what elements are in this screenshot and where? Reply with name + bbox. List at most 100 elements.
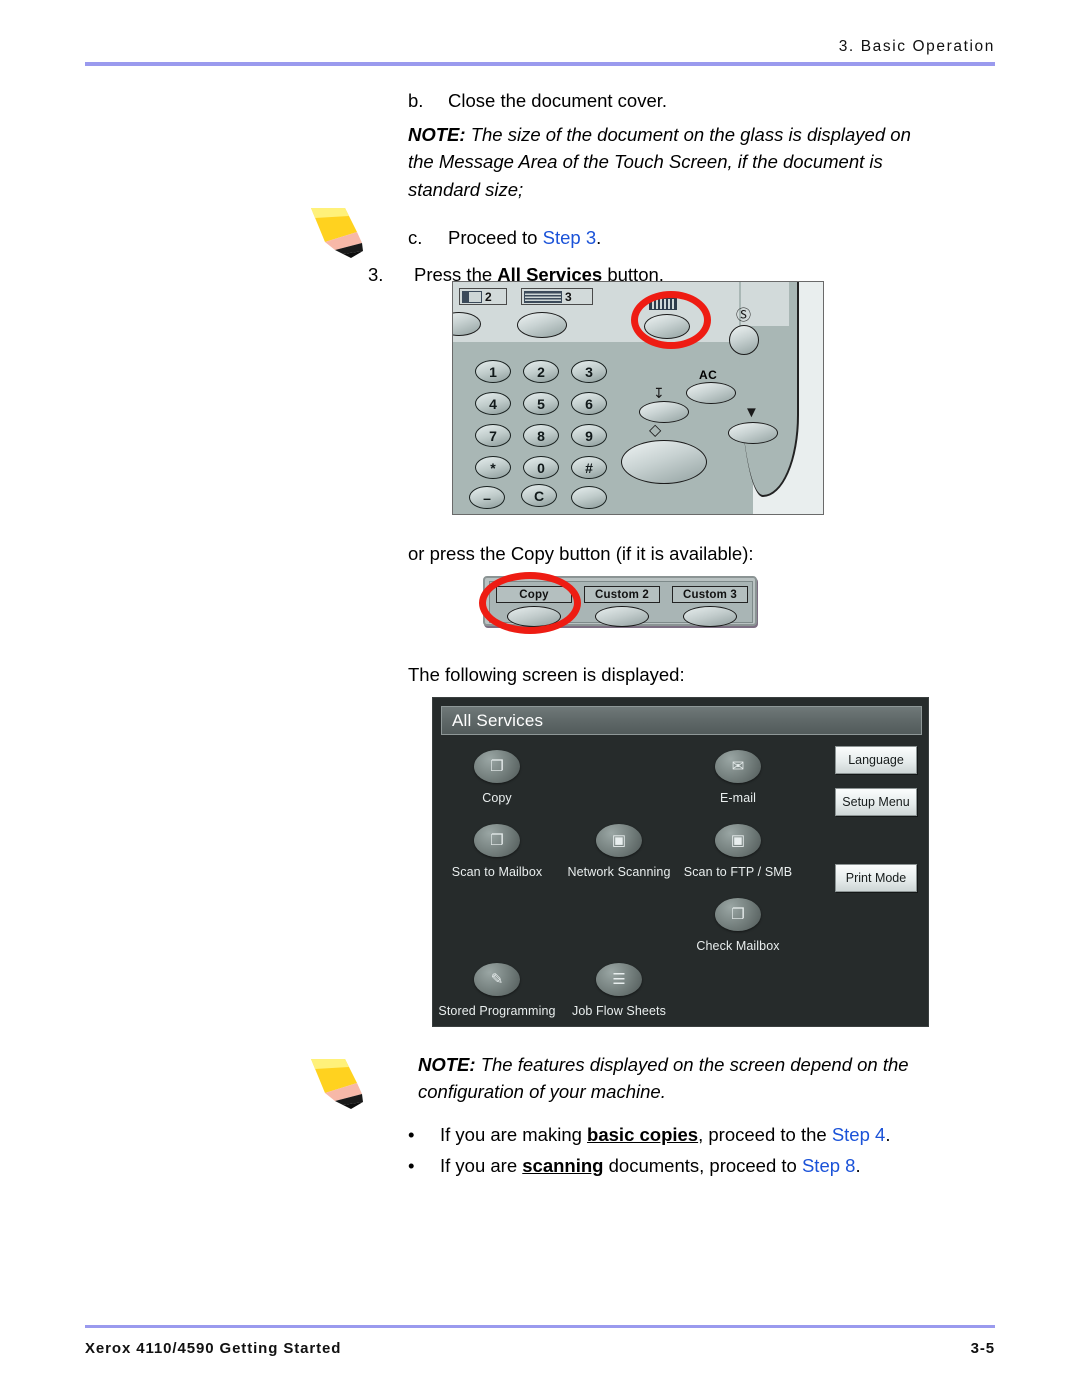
step-4-link[interactable]: Step 4 [832, 1124, 886, 1145]
step-c-prefix: Proceed to [448, 226, 543, 248]
bullet-1-marker: • [408, 1124, 415, 1145]
step-b-marker: b. [408, 90, 424, 111]
keypad-key-5[interactable]: 5 [523, 392, 559, 415]
service-stored-programming[interactable]: ✎ Stored Programming [437, 963, 557, 1018]
step-c-text: Proceed to Step 3. [448, 225, 601, 252]
keypad-key-blank[interactable] [571, 486, 607, 509]
touch-screen-title: All Services [452, 710, 544, 730]
service-email[interactable]: ✉ E-mail [678, 750, 798, 805]
language-button[interactable]: Language [835, 746, 917, 774]
panel-button-2[interactable] [517, 312, 567, 338]
service-stored-programming-label: Stored Programming [438, 1004, 556, 1018]
email-icon: ✉ [715, 750, 761, 783]
header-rule [85, 62, 995, 66]
bullet-1-middle: , proceed to the [698, 1124, 832, 1145]
service-scan-to-mailbox-label: Scan to Mailbox [451, 865, 543, 879]
panel-tab-3[interactable]: 3 [521, 288, 593, 305]
bullet-2-middle: documents, proceed to [603, 1155, 802, 1176]
service-job-flow-sheets-label: Job Flow Sheets [572, 1004, 666, 1018]
panel-tab-3-label: 3 [565, 289, 572, 304]
note-2-label: NOTE: [418, 1054, 476, 1075]
custom-2-button-knob[interactable] [595, 606, 649, 627]
service-network-scanning-label: Network Scanning [567, 865, 671, 879]
stored-programming-icon: ✎ [474, 963, 520, 996]
start-button[interactable] [621, 440, 707, 484]
panel-tab-2-label: 2 [485, 289, 492, 304]
service-job-flow-sheets[interactable]: ☰ Job Flow Sheets [559, 963, 679, 1018]
all-services-button[interactable] [644, 314, 690, 339]
step-3-marker: 3. [368, 263, 384, 285]
ac-label: AC [699, 368, 718, 382]
keypad-key-8[interactable]: 8 [523, 424, 559, 447]
service-email-label: E-mail [719, 791, 757, 805]
step-8-link[interactable]: Step 8 [802, 1155, 856, 1176]
chapter-title: 3. Basic Operation [838, 38, 995, 55]
footer-page-number: 3-5 [970, 1340, 995, 1357]
keypad-key-hash[interactable]: # [571, 456, 607, 479]
copy-icon: ❐ [474, 750, 520, 783]
scan-to-ftp-smb-icon: ▣ [715, 824, 761, 857]
tab-2-icon [462, 290, 482, 303]
bullet-2-before: If you are [440, 1155, 523, 1176]
note-2-text: The features displayed on the screen dep… [418, 1054, 909, 1103]
service-check-mailbox-label: Check Mailbox [696, 939, 780, 953]
pencil-icon [305, 202, 375, 262]
keypad-key-9[interactable]: 9 [571, 424, 607, 447]
interrupt-icon: ↧ [653, 385, 665, 401]
tab-3-icon [524, 290, 562, 303]
interrupt-button[interactable] [639, 401, 689, 423]
step-c: c. Proceed to Step 3. [408, 225, 1080, 252]
stop-icon: ▼ [744, 404, 759, 421]
keypad-key-3[interactable]: 3 [571, 360, 607, 383]
custom-3-button-label: Custom 3 [672, 586, 748, 603]
keypad-key-asterisk[interactable]: * [475, 456, 511, 479]
keypad-key-dash[interactable]: – [469, 486, 505, 509]
bullet-2-text: If you are scanning documents, proceed t… [440, 1153, 861, 1180]
network-scanning-icon: ▣ [596, 824, 642, 857]
custom-3-button-knob[interactable] [683, 606, 737, 627]
copy-button[interactable]: Copy [496, 586, 572, 627]
bullet-2-emphasis: scanning [522, 1155, 604, 1176]
keypad-key-4[interactable]: 4 [475, 392, 511, 415]
keypad-key-1[interactable]: 1 [475, 360, 511, 383]
bullet-1-text: If you are making basic copies, proceed … [440, 1122, 890, 1149]
page-header: 3. Basic Operation [85, 38, 995, 66]
step-b: b. Close the document cover. [408, 88, 1080, 115]
bullet-1-emphasis: basic copies [587, 1124, 699, 1145]
keypad-key-7[interactable]: 7 [475, 424, 511, 447]
copy-button-knob[interactable] [507, 606, 561, 627]
clear-all-button[interactable] [686, 382, 736, 404]
custom-2-button-label: Custom 2 [584, 586, 660, 603]
custom-3-button[interactable]: Custom 3 [672, 586, 748, 627]
service-copy-label: Copy [482, 791, 512, 805]
start-diamond-icon: ◇ [649, 422, 662, 439]
service-network-scanning[interactable]: ▣ Network Scanning [559, 824, 679, 879]
stop-button[interactable] [728, 422, 778, 444]
keypad-key-6[interactable]: 6 [571, 392, 607, 415]
setup-menu-button[interactable]: Setup Menu [835, 788, 917, 816]
service-copy[interactable]: ❐ Copy [437, 750, 557, 805]
all-services-touch-screen: All Services ❐ Copy ✉ E-mail ❐ Scan to M… [432, 697, 929, 1027]
step-c-marker: c. [408, 226, 423, 248]
bullet-item-2: • If you are scanning documents, proceed… [408, 1153, 861, 1180]
power-saver-button[interactable] [729, 325, 759, 355]
keypad-key-0[interactable]: 0 [523, 456, 559, 479]
page-content: b. Close the document cover. NOTE: The s… [0, 80, 1080, 289]
service-scan-to-mailbox[interactable]: ❐ Scan to Mailbox [437, 824, 557, 879]
panel-tab-2[interactable]: 2 [459, 288, 507, 305]
keypad-key-clear[interactable]: C [521, 484, 557, 507]
custom-2-button[interactable]: Custom 2 [584, 586, 660, 627]
note-1-text: The size of the document on the glass is… [408, 123, 911, 200]
service-scan-to-ftp-smb[interactable]: ▣ Scan to FTP / SMB [678, 824, 798, 879]
step-3-link[interactable]: Step 3 [543, 227, 597, 248]
footer-doc-title: Xerox 4110/4590 Getting Started [85, 1340, 342, 1357]
job-flow-sheets-icon: ☰ [596, 963, 642, 996]
touch-screen-title-bar: All Services [441, 706, 922, 735]
pencil-icon-2 [305, 1053, 375, 1113]
step-b-text: Close the document cover. [448, 90, 668, 111]
note-1-label: NOTE: [408, 123, 466, 145]
keypad-key-2[interactable]: 2 [523, 360, 559, 383]
footer-rule [85, 1325, 995, 1328]
print-mode-button[interactable]: Print Mode [835, 864, 917, 892]
service-check-mailbox[interactable]: ❐ Check Mailbox [678, 898, 798, 953]
